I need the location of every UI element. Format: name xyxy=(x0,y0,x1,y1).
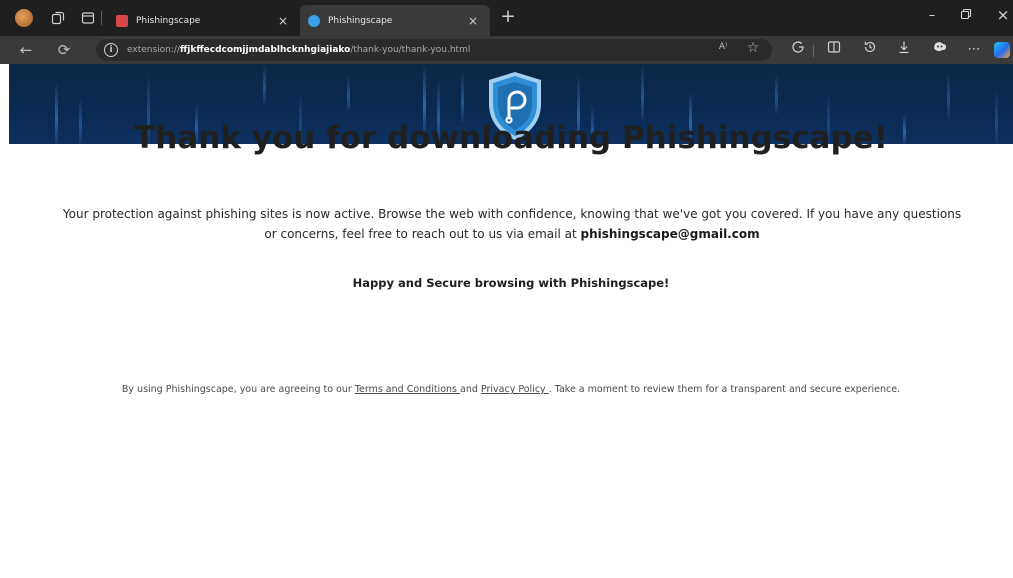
site-info-icon[interactable]: i xyxy=(104,43,118,57)
new-tab-button[interactable]: + xyxy=(496,6,520,27)
read-aloud-icon[interactable]: A⁾ xyxy=(714,42,732,52)
tab-phishingscape-2[interactable]: Phishingscape × xyxy=(300,5,490,36)
terms-notice: By using Phishingscape, you are agreeing… xyxy=(9,384,1013,395)
close-tab-icon[interactable]: × xyxy=(276,14,290,28)
happy-browsing-text: Happy and Secure browsing with Phishings… xyxy=(352,276,670,290)
tab-title: Phishingscape xyxy=(328,15,393,26)
banner-streak xyxy=(947,72,950,118)
tab-phishingscape-1[interactable]: Phishingscape × xyxy=(108,5,300,36)
address-bar[interactable]: i extension://ffjkffecdcomjjmdablhcknhgi… xyxy=(96,39,772,61)
profile-avatar-icon[interactable] xyxy=(14,8,34,28)
terms-prefix: By using Phishingscape, you are agreeing… xyxy=(121,384,355,395)
restore-button[interactable] xyxy=(956,8,976,24)
terms-and-conditions-link[interactable]: Terms and Conditions xyxy=(355,384,460,395)
favorite-star-icon[interactable]: ☆ xyxy=(744,40,762,56)
page-content: Thank you for downloading Phishingscape!… xyxy=(0,64,1013,578)
privacy-policy-link[interactable]: Privacy Policy xyxy=(481,384,549,395)
browser-toolbar: ← ⟳ i extension://ffjkffecdcomjjmdablhck… xyxy=(0,36,1013,64)
close-window-button[interactable]: × xyxy=(993,6,1013,24)
browser-essentials-icon[interactable] xyxy=(788,40,808,61)
page-title: Thank you for downloading Phishingscape! xyxy=(134,120,888,156)
banner-streak xyxy=(641,64,644,120)
split-screen-icon[interactable] xyxy=(824,40,844,61)
favicon-icon xyxy=(116,14,128,27)
extensions-icon[interactable] xyxy=(930,40,950,61)
contact-email[interactable]: phishingscape@gmail.com xyxy=(581,227,760,241)
tab-actions-icon[interactable] xyxy=(78,8,98,28)
tab-separator xyxy=(101,11,102,25)
url-text: extension://ffjkffecdcomjjmdablhcknhgiaj… xyxy=(127,45,471,55)
copilot-icon[interactable] xyxy=(994,42,1010,58)
refresh-icon[interactable]: ⟳ xyxy=(54,40,74,60)
intro-paragraph: Your protection against phishing sites i… xyxy=(62,204,962,244)
downloads-icon[interactable] xyxy=(894,40,914,61)
intro-text: Your protection against phishing sites i… xyxy=(62,207,962,241)
terms-suffix: . Take a moment to review them for a tra… xyxy=(548,384,901,395)
banner-streak xyxy=(263,64,266,104)
minimize-button[interactable]: – xyxy=(922,8,942,23)
more-options-icon[interactable]: ⋯ xyxy=(964,40,984,60)
tab-title: Phishingscape xyxy=(136,15,201,26)
back-arrow-icon[interactable]: ← xyxy=(16,40,36,60)
banner-streak xyxy=(461,72,464,122)
toolbar-divider xyxy=(813,45,814,57)
history-icon[interactable] xyxy=(860,40,880,61)
banner-streak xyxy=(775,74,778,114)
terms-middle: and xyxy=(460,384,481,395)
banner-streak xyxy=(347,76,350,110)
workspaces-icon[interactable] xyxy=(48,8,68,28)
close-tab-icon[interactable]: × xyxy=(466,14,480,28)
tab-bar: Phishingscape × Phishingscape × + – × xyxy=(0,0,1013,36)
favicon-icon xyxy=(308,14,320,27)
